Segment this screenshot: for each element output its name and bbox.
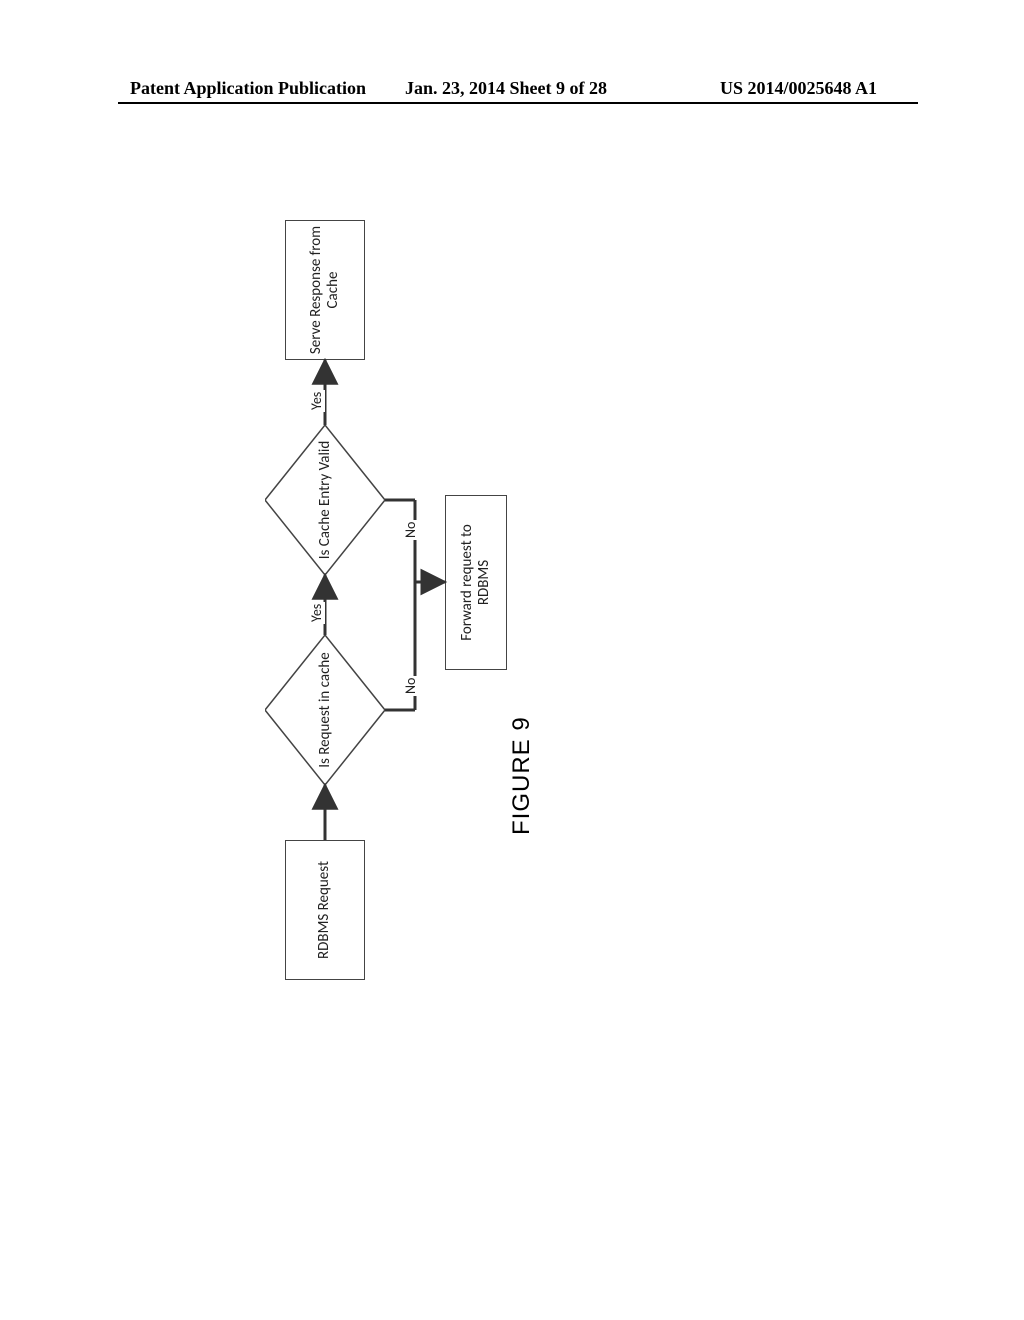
flowchart: RDBMS Request Is Request in cache Is Cac…	[230, 220, 520, 980]
label-yes-1: Yes	[308, 602, 325, 624]
label-yes-2: Yes	[308, 390, 325, 412]
figure: RDBMS Request Is Request in cache Is Cac…	[230, 0, 990, 220]
figure-caption: FIGURE 9	[508, 716, 536, 835]
page: Patent Application Publication Jan. 23, …	[0, 0, 1024, 1320]
label-no-1: No	[402, 676, 419, 696]
connectors	[230, 220, 520, 980]
label-no-2: No	[402, 520, 419, 540]
